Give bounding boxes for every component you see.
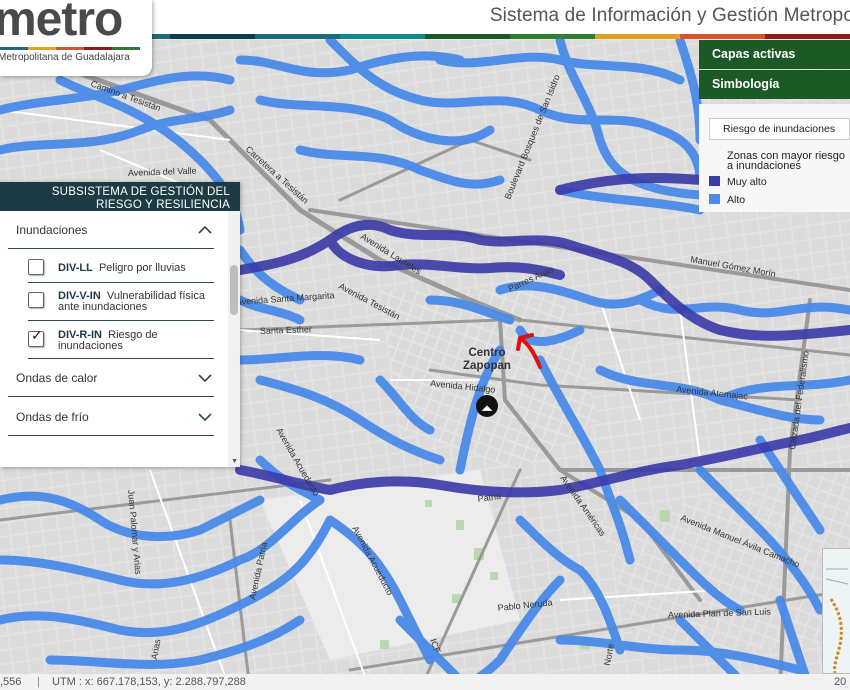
overview-minimap[interactable] <box>822 548 850 674</box>
logo-word: metro <box>0 0 123 46</box>
strip-segment <box>340 34 425 39</box>
layers-panel: Capas activas Simbología Riesgo de inund… <box>699 40 850 212</box>
logo[interactable]: metro Metropolitana de Guadalajara <box>0 0 152 76</box>
strip-segment <box>595 34 680 39</box>
chevron-down-icon[interactable] <box>198 373 214 382</box>
section-inundaciones[interactable]: Inundaciones <box>8 211 214 249</box>
risk-subsystem-panel: SUBSISTEMA DE GESTIÓN DEL RIESGO Y RESIL… <box>0 182 240 467</box>
layer-checkbox[interactable] <box>28 292 44 308</box>
utm-coordinates: UTM : x: 667.178,153, y: 2.288.797,288 <box>52 676 246 688</box>
legend-layer-select[interactable]: Riesgo de inundaciones <box>709 118 850 140</box>
layer-item-div-v-in[interactable]: DIV-V-IN Vulnerabilidad física ante inun… <box>28 283 214 321</box>
legend: Riesgo de inundaciones Zonas con mayor r… <box>699 104 850 212</box>
status-right: 20 <box>834 676 847 688</box>
legend-title-line: a inundaciones <box>727 160 802 172</box>
strip-segment <box>680 34 765 39</box>
panel-title: SUBSISTEMA DE GESTIÓN DEL RIESGO Y RESIL… <box>0 182 240 211</box>
status-bar: ,556 | UTM : x: 667.178,153, y: 2.288.79… <box>0 674 850 690</box>
panel-scrollbar[interactable]: ▼ <box>228 211 240 467</box>
layer-checkbox[interactable]: ✓ <box>28 327 44 347</box>
layer-item-div-r-in[interactable]: ✓ DIV-R-IN Riesgo de inundaciones <box>28 321 214 359</box>
strip-segment <box>255 34 340 39</box>
section-ondas-de-calor[interactable]: Ondas de calor <box>8 359 214 397</box>
app-title: Sistema de Información y Gestión Metropo <box>489 5 850 26</box>
legend-label: Alto <box>727 194 746 206</box>
legend-swatch <box>709 176 720 186</box>
scroll-down-icon[interactable]: ▼ <box>231 458 238 465</box>
center-label-line2: Zapopan <box>463 360 511 372</box>
scrollbar-thumb[interactable] <box>230 265 238 315</box>
strip-segment <box>425 34 510 39</box>
section-ondas-de-frio[interactable]: Ondas de frío <box>8 398 214 436</box>
section-label: Ondas de calor <box>16 370 98 385</box>
layer-label: DIV-LL Peligro por lluvias <box>58 263 214 274</box>
underline-segment <box>56 47 84 50</box>
logo-underline <box>0 47 140 50</box>
underline-segment <box>28 47 56 50</box>
strip-segment <box>170 34 255 39</box>
underline-segment <box>84 47 112 50</box>
legend-item-muy-alto: Muy alto <box>709 176 767 188</box>
tab-simbologia[interactable]: Simbología <box>699 70 850 99</box>
layer-item-div-ll[interactable]: DIV-LL Peligro por lluvias <box>28 253 214 283</box>
underline-segment <box>112 47 140 50</box>
layer-name: Peligro por lluvias <box>98 262 186 274</box>
strip-segment <box>510 34 595 39</box>
center-label-line1: Centro <box>468 347 505 359</box>
scale-readout: ,556 <box>0 676 22 688</box>
logo-subtitle: Metropolitana de Guadalajara <box>0 52 130 63</box>
street-label: Santa Esther <box>260 324 312 336</box>
svg-text:◢◣: ◢◣ <box>482 405 493 412</box>
layer-label: DIV-V-IN Vulnerabilidad física ante inun… <box>58 291 214 313</box>
panel-body[interactable]: Inundaciones DIV-LL Peligro por lluvias … <box>0 211 240 467</box>
status-separator: | <box>37 676 40 688</box>
layer-checkbox[interactable] <box>28 259 44 275</box>
center-marker[interactable]: ◢◣ <box>476 395 498 417</box>
checkmark-icon: ✓ <box>31 327 43 343</box>
legend-swatch <box>709 194 720 204</box>
layer-label: DIV-R-IN Riesgo de inundaciones <box>58 330 214 352</box>
legend-title: Zonas con mayor riesgo a inundaciones <box>727 151 845 172</box>
chevron-up-icon[interactable] <box>198 225 214 234</box>
underline-segment <box>0 47 28 50</box>
legend-item-alto: Alto <box>709 194 745 206</box>
layer-code: DIV-LL <box>58 262 93 274</box>
section-label: Ondas de frío <box>16 409 89 424</box>
chevron-down-icon[interactable] <box>198 412 214 421</box>
tab-capas-activas[interactable]: Capas activas <box>699 40 850 69</box>
strip-segment <box>765 34 850 39</box>
legend-label: Muy alto <box>727 176 767 188</box>
section-label: Inundaciones <box>16 222 88 237</box>
